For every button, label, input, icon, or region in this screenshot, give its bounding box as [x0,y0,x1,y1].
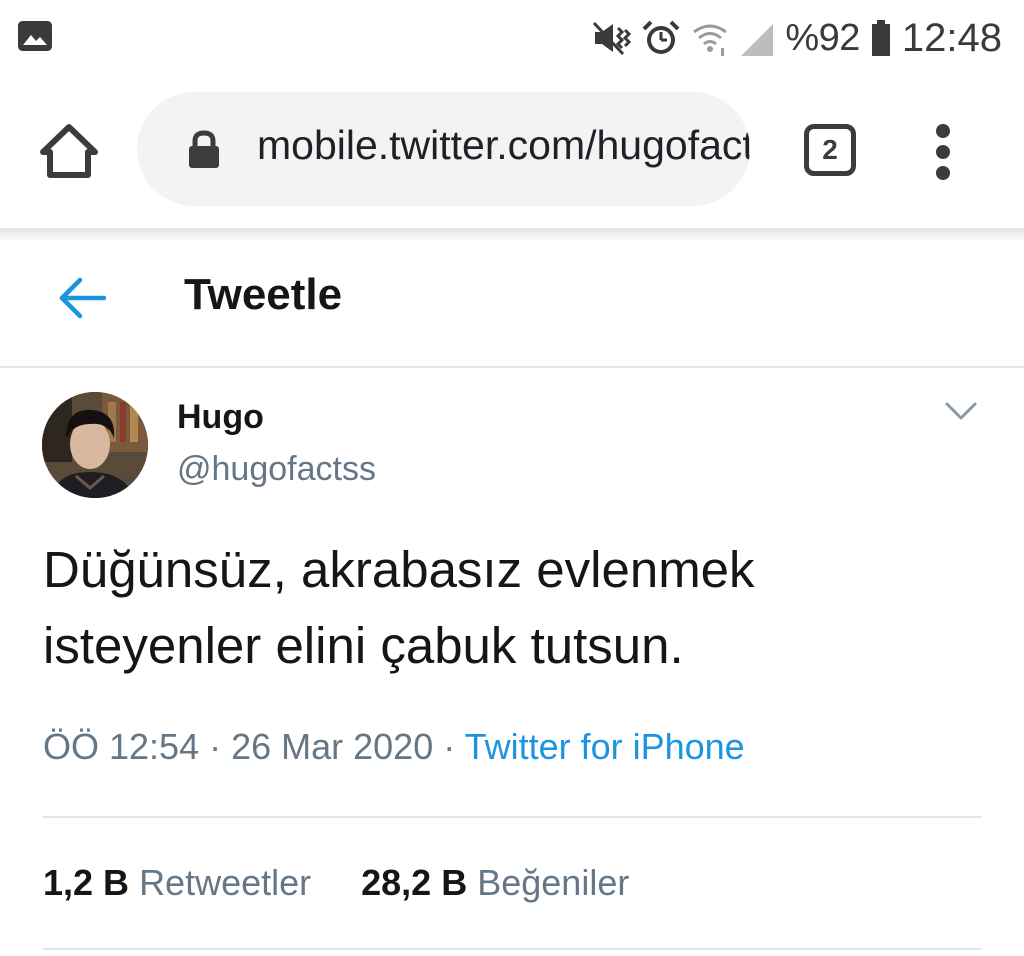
author-handle[interactable]: @hugofactss [177,450,376,489]
divider [43,816,981,818]
divider [43,948,981,950]
avatar[interactable] [42,392,148,498]
signal-icon [741,24,774,56]
like-count: 28,2 B [361,862,468,903]
battery-percentage: %92 [785,16,860,59]
status-icons: %92 12:48 [591,12,1002,64]
tweet-page-header: Tweetle [0,240,1024,368]
battery-icon [871,20,890,56]
tweet-timestamp[interactable]: ÖÖ 12:54 · 26 Mar 2020 [43,726,433,767]
tweet-text-line: Düğünsüz, akrabasız evlenmek [43,541,755,598]
retweet-count: 1,2 B [43,862,130,903]
browser-toolbar: mobile.twitter.com/hugofactss/status 2 [0,76,1024,228]
status-time: 12:48 [901,15,1002,60]
lock-icon [189,130,219,168]
tweet-text-line: isteyenler elini çabuk tutsun. [43,617,684,674]
more-options-icon[interactable] [928,124,958,180]
back-arrow-icon[interactable] [58,276,106,320]
tweet-text: Düğünsüz, akrabasız evlenmek isteyenler … [43,532,983,684]
alarm-icon [642,20,680,54]
wifi-icon [693,24,728,56]
tweet-source-link[interactable]: Twitter for iPhone [465,726,745,767]
likes-stat[interactable]: 28,2 B Beğeniler [361,862,629,903]
page-title: Tweetle [184,270,343,319]
mute-vibrate-icon [593,21,632,56]
address-bar[interactable]: mobile.twitter.com/hugofactss/status [137,92,750,206]
status-bar: %92 12:48 [0,0,1024,76]
gallery-icon [18,21,52,51]
tweet-meta: ÖÖ 12:54 · 26 Mar 2020 · Twitter for iPh… [43,726,745,768]
author-name[interactable]: Hugo [177,398,264,437]
tweet: Hugo @hugofactss Düğünsüz, akrabasız evl… [0,370,1024,956]
retweets-stat[interactable]: 1,2 B Retweetler [43,862,311,903]
tweet-stats: 1,2 B Retweetler 28,2 B Beğeniler [43,862,629,904]
tab-switcher-button[interactable]: 2 [804,124,856,176]
retweet-label: Retweetler [139,862,312,903]
meta-separator: · [433,726,465,767]
home-icon[interactable] [38,122,100,180]
like-label: Beğeniler [477,862,630,903]
chevron-down-icon[interactable] [944,400,978,422]
url-text: mobile.twitter.com/hugofactss/status [257,122,750,168]
